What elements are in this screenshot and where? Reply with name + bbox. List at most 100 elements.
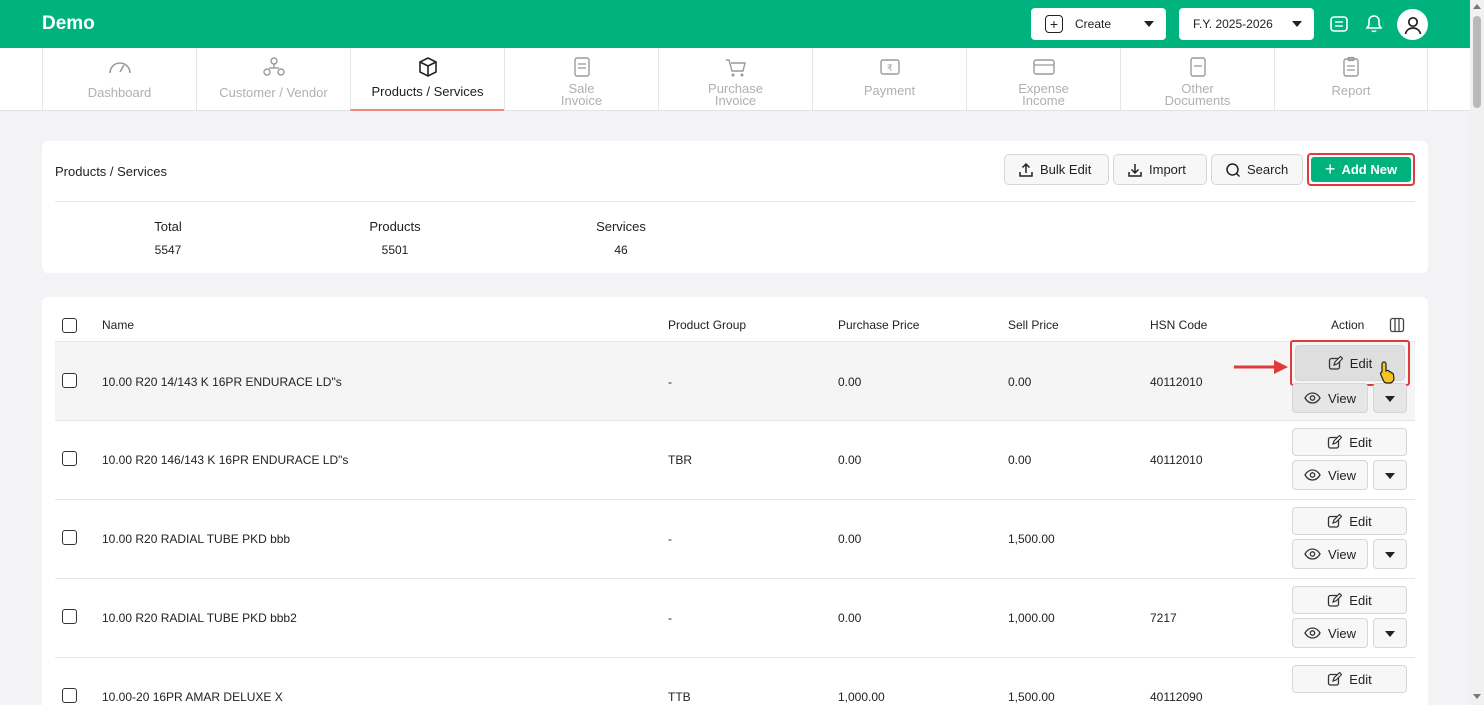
row-checkbox[interactable] — [62, 609, 77, 624]
pointer-arrow-icon — [1234, 360, 1288, 374]
more-actions-dropdown[interactable] — [1373, 539, 1407, 569]
scroll-thumb[interactable] — [1473, 16, 1481, 108]
bulk-edit-button[interactable]: Bulk Edit — [1004, 154, 1109, 185]
col-header-name[interactable]: Name — [102, 318, 134, 332]
documents-icon — [1188, 56, 1208, 78]
select-all-checkbox[interactable] — [62, 318, 77, 333]
add-new-highlight: + Add New — [1307, 153, 1415, 186]
fiscal-year-dropdown[interactable]: F.Y. 2025-2026 — [1179, 8, 1314, 40]
row-checkbox[interactable] — [62, 688, 77, 703]
tab-payment[interactable]: ₹ Payment — [812, 48, 966, 111]
search-button[interactable]: Search — [1211, 154, 1303, 185]
expense-icon — [1032, 56, 1056, 78]
cart-icon — [724, 56, 748, 78]
page-scrollbar[interactable] — [1470, 0, 1484, 705]
stat-label: Services — [596, 219, 646, 234]
row-checkbox[interactable] — [62, 451, 77, 466]
cell-purchase-price: 0.00 — [838, 532, 862, 546]
cell-name: 10.00 R20 146/143 K 16PR ENDURACE LD"s — [102, 453, 349, 467]
report-icon — [1341, 56, 1361, 78]
edit-icon — [1328, 434, 1343, 449]
chevron-down-icon — [1144, 21, 1154, 27]
cell-sell-price: 0.00 — [1008, 453, 1032, 467]
cell-name: 10.00 R20 14/143 K 16PR ENDURACE LD"s — [102, 375, 342, 389]
cell-product-group: - — [668, 375, 672, 389]
create-dropdown[interactable]: + Create — [1031, 8, 1166, 40]
cell-product-group: - — [668, 532, 672, 546]
scroll-down-icon[interactable] — [1473, 694, 1481, 699]
more-actions-dropdown[interactable] — [1373, 383, 1407, 413]
table-row[interactable]: 10.00 R20 146/143 K 16PR ENDURACE LD"s T… — [55, 420, 1415, 499]
user-avatar-icon[interactable] — [1397, 9, 1428, 40]
col-header-hsn-code[interactable]: HSN Code — [1150, 318, 1207, 332]
stat-total: Total 5547 — [108, 219, 228, 257]
table-row[interactable]: 10.00 R20 RADIAL TUBE PKD bbb2 - 0.00 1,… — [55, 578, 1415, 657]
more-actions-dropdown[interactable] — [1373, 618, 1407, 648]
view-button[interactable]: View — [1292, 618, 1368, 648]
stat-label: Total — [154, 219, 182, 234]
tab-products-services[interactable]: Products / Services — [350, 48, 504, 111]
cell-name: 10.00 R20 RADIAL TUBE PKD bbb2 — [102, 611, 297, 625]
edit-icon — [1328, 513, 1343, 528]
col-header-purchase-price[interactable]: Purchase Price — [838, 318, 919, 332]
columns-icon[interactable] — [1389, 317, 1405, 336]
brand-logo[interactable]: Demo — [42, 13, 95, 35]
eye-icon — [1304, 627, 1321, 639]
tab-purchase-invoice[interactable]: Purchase Invoice — [658, 48, 812, 111]
edit-icon — [1328, 592, 1343, 607]
tab-report[interactable]: Report — [1274, 48, 1428, 111]
hand-cursor-icon — [1379, 361, 1395, 384]
edit-button[interactable]: Edit — [1292, 428, 1407, 456]
table-row[interactable]: 10.00-20 16PR AMAR DELUXE X TTB 1,000.00… — [55, 657, 1415, 705]
chevron-down-icon — [1385, 631, 1395, 637]
view-label: View — [1328, 546, 1356, 562]
cell-purchase-price: 0.00 — [838, 611, 862, 625]
chevron-down-icon — [1385, 473, 1395, 479]
edit-label: Edit — [1349, 592, 1372, 608]
summary-card: Products / Services Bulk Edit Import Sea… — [42, 141, 1428, 273]
cell-hsn-code: 40112010 — [1150, 453, 1203, 467]
plus-icon: + — [1045, 15, 1063, 33]
edit-label: Edit — [1349, 355, 1373, 371]
cell-hsn-code: 40112010 — [1150, 375, 1203, 389]
import-button[interactable]: Import — [1113, 154, 1207, 185]
tab-label: Other Documents — [1164, 81, 1231, 108]
col-header-sell-price[interactable]: Sell Price — [1008, 318, 1059, 332]
cell-hsn-code: 40112090 — [1150, 690, 1203, 704]
payment-icon: ₹ — [879, 56, 901, 78]
tab-customer-vendor[interactable]: Customer / Vendor — [196, 48, 350, 111]
tab-dashboard[interactable]: Dashboard — [42, 48, 196, 111]
table-row[interactable]: 10.00 R20 14/143 K 16PR ENDURACE LD"s - … — [55, 340, 1415, 420]
view-button[interactable]: View — [1292, 383, 1368, 413]
cell-purchase-price: 0.00 — [838, 375, 862, 389]
keyboard-icon[interactable] — [1327, 12, 1351, 36]
tab-label: Sale Invoice — [560, 81, 603, 108]
scroll-up-icon[interactable] — [1473, 4, 1481, 9]
products-table: Name Product Group Purchase Price Sell P… — [42, 297, 1428, 705]
box-icon — [417, 56, 439, 78]
col-header-product-group[interactable]: Product Group — [668, 318, 746, 332]
tab-sale-invoice[interactable]: Sale Invoice — [504, 48, 658, 111]
table-row[interactable]: 10.00 R20 RADIAL TUBE PKD bbb - 0.00 1,5… — [55, 499, 1415, 578]
tab-label: Purchase Invoice — [708, 81, 763, 108]
add-new-button[interactable]: + Add New — [1311, 157, 1411, 182]
people-icon — [262, 56, 286, 78]
top-bar: Demo + Create F.Y. 2025-2026 — [0, 0, 1470, 48]
edit-button[interactable]: Edit — [1292, 586, 1407, 614]
tab-other-documents[interactable]: Other Documents — [1120, 48, 1274, 111]
eye-icon — [1304, 469, 1321, 481]
edit-button[interactable]: Edit — [1292, 665, 1407, 693]
edit-icon — [1328, 671, 1343, 686]
view-button[interactable]: View — [1292, 460, 1368, 490]
edit-button[interactable]: Edit — [1292, 507, 1407, 535]
tab-label: Payment — [863, 83, 916, 98]
view-button[interactable]: View — [1292, 539, 1368, 569]
row-checkbox[interactable] — [62, 530, 77, 545]
cell-sell-price: 0.00 — [1008, 375, 1032, 389]
cell-hsn-code: 7217 — [1150, 611, 1177, 625]
row-checkbox[interactable] — [62, 373, 77, 388]
bell-icon[interactable] — [1362, 12, 1386, 36]
tab-expense-income[interactable]: Expense Income — [966, 48, 1120, 111]
more-actions-dropdown[interactable] — [1373, 460, 1407, 490]
gauge-icon — [108, 56, 132, 78]
